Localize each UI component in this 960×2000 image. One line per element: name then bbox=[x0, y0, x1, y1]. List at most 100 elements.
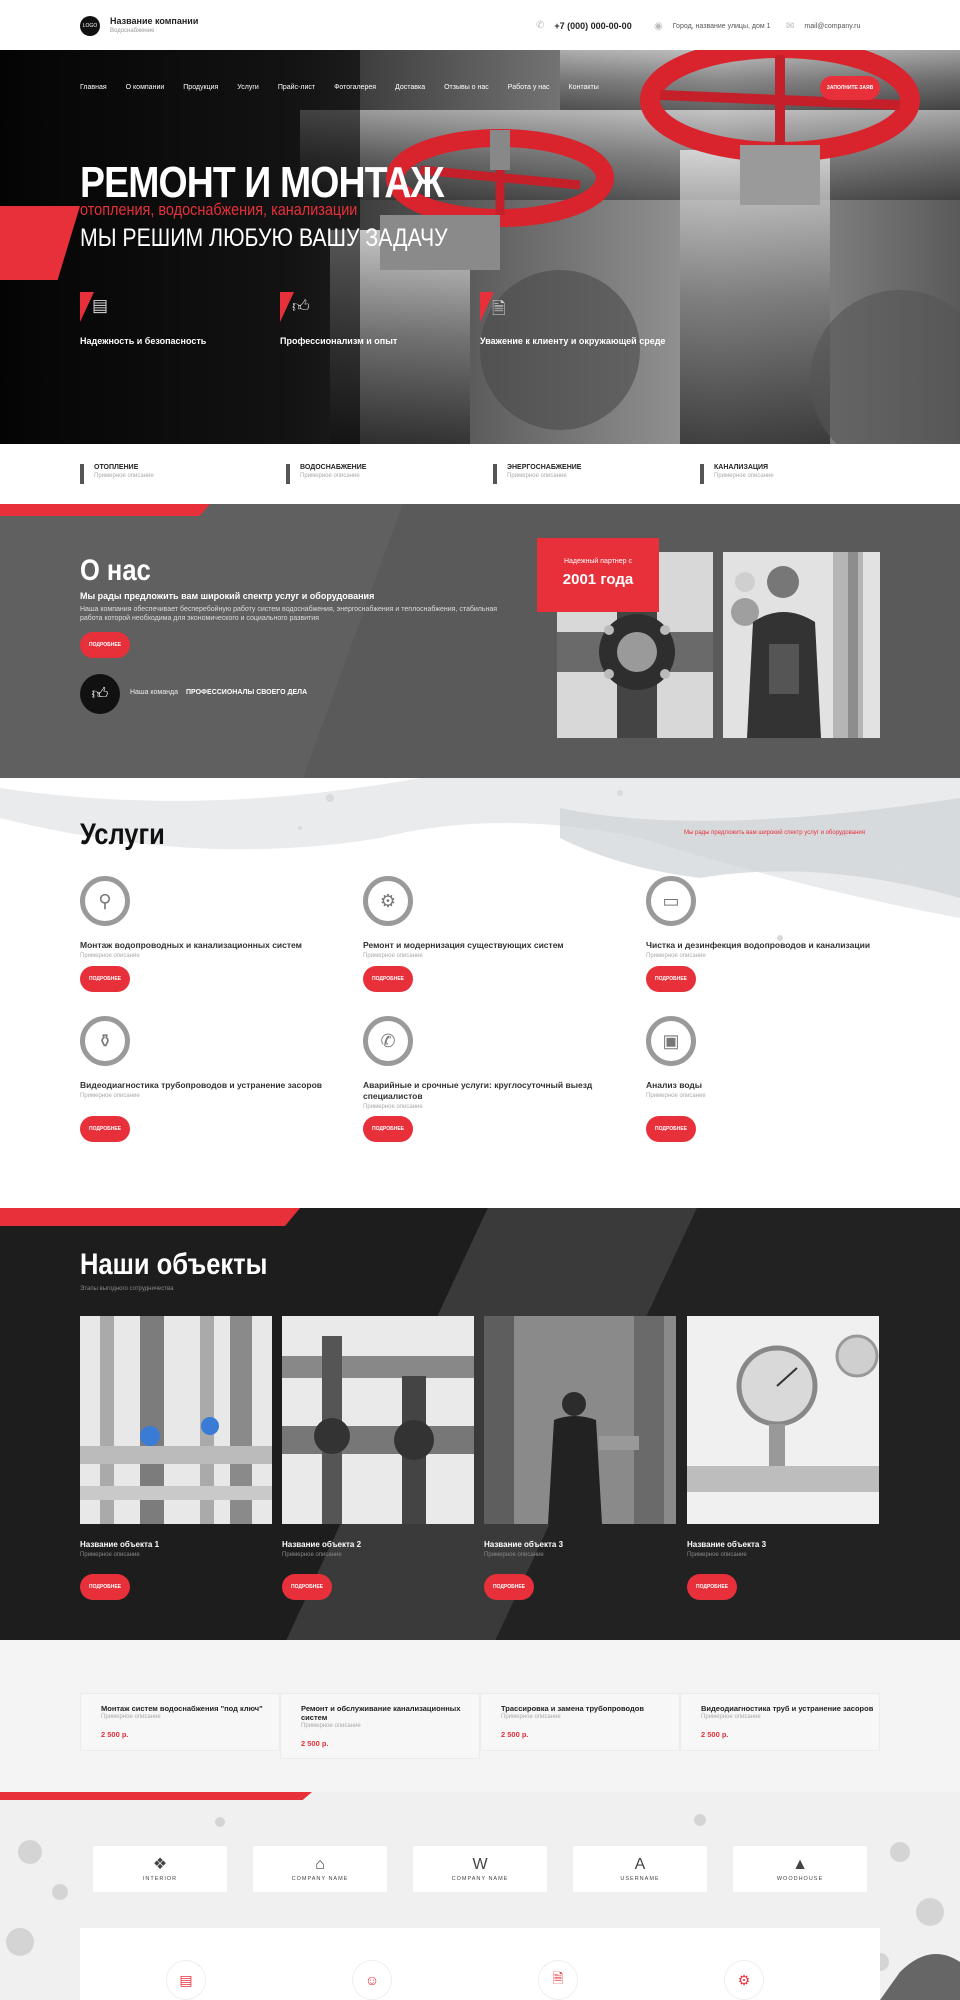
partners-section: ❖ INTERIOR ⌂ COMPANY NAME W COMPANY NAME… bbox=[0, 1792, 960, 2000]
category-heating[interactable]: ОТОПЛЕНИЕ Примерное описание bbox=[80, 464, 154, 484]
partner-logo[interactable]: ▲ WOODHOUSE bbox=[732, 1845, 868, 1893]
thumbs-up-icon: 👍︎ bbox=[292, 297, 310, 316]
nav-gallery[interactable]: Фотогалерея bbox=[334, 84, 376, 91]
email-text: mail@company.ru bbox=[804, 23, 861, 30]
partner-card: Надежный партнер с 2001 года bbox=[537, 538, 659, 612]
benefits-panel: ▤ ☺ 🗎︎ ⚙ bbox=[80, 1928, 880, 2000]
object-card: Название объекта 1 Примерное описание ПО… bbox=[80, 1316, 272, 1600]
about-lead: Мы рады предложить вам широкий спектр ус… bbox=[80, 591, 375, 601]
feature-respect: 🗎︎ Уважение к клиенту и окружающей среде bbox=[480, 292, 720, 346]
nav-products[interactable]: Продукция bbox=[183, 84, 218, 91]
partners-accent-shape bbox=[0, 1792, 312, 1800]
request-button[interactable]: ЗАПОЛНИТЕ ЗАЯВ bbox=[820, 76, 880, 100]
object-photo[interactable] bbox=[282, 1316, 474, 1524]
phone-contact[interactable]: ✆ +7 (000) 000-00-00 bbox=[536, 20, 632, 31]
company-name: Название компании bbox=[110, 16, 199, 26]
partner-logo[interactable]: W COMPANY NAME bbox=[412, 1845, 548, 1893]
object-photo[interactable] bbox=[80, 1316, 272, 1524]
service-more-button[interactable]: ПОДРОБНЕЕ bbox=[646, 966, 696, 992]
phone-icon: ✆ bbox=[536, 20, 545, 31]
objects-title: Наши объекты bbox=[80, 1248, 268, 1281]
nav-about[interactable]: О компании bbox=[126, 84, 165, 91]
wing-logo-icon: W bbox=[472, 1855, 488, 1873]
service-more-button[interactable]: ПОДРОБНЕЕ bbox=[363, 1116, 413, 1142]
price-value: 2 500 р. bbox=[501, 1730, 529, 1739]
header: LOGO Название компании Водоснабжение ✆ +… bbox=[0, 0, 960, 50]
object-more-button[interactable]: ПОДРОБНЕЕ bbox=[80, 1574, 130, 1600]
company-logo[interactable]: LOGO bbox=[80, 16, 100, 36]
feature-professionalism: 👍︎ Профессионализм и опыт bbox=[280, 292, 480, 346]
hero-tagline: МЫ РЕШИМ ЛЮБУЮ ВАШУ ЗАДАЧУ bbox=[80, 224, 448, 252]
price-value: 2 500 р. bbox=[701, 1730, 729, 1739]
document-icon: 🗎︎ bbox=[492, 299, 506, 318]
worker-icon: ☺ bbox=[352, 1960, 392, 2000]
hero-subtitle: отопления, водоснабжения, канализации bbox=[80, 200, 358, 219]
object-more-button[interactable]: ПОДРОБНЕЕ bbox=[687, 1574, 737, 1600]
price-card[interactable]: Видеодиагностика труб и устранение засор… bbox=[680, 1693, 880, 1751]
feature-reliability: ▤ Надежность и безопасность bbox=[80, 292, 280, 346]
objects-subtitle: Этапы выгодного сотрудничества bbox=[80, 1286, 174, 1292]
team-label: Наша команда bbox=[130, 689, 178, 696]
nav-reviews[interactable]: Отзывы о нас bbox=[444, 84, 489, 91]
certificate-icon: ▤ bbox=[92, 296, 109, 315]
object-photo[interactable] bbox=[484, 1316, 676, 1524]
object-more-button[interactable]: ПОДРОБНЕЕ bbox=[282, 1574, 332, 1600]
partner-logo[interactable]: ❖ INTERIOR bbox=[92, 1845, 228, 1893]
category-strip: ОТОПЛЕНИЕ Примерное описание ВОДОСНАБЖЕН… bbox=[0, 444, 960, 504]
services-title: Услуги bbox=[80, 818, 165, 851]
object-more-button[interactable]: ПОДРОБНЕЕ bbox=[484, 1574, 534, 1600]
house-logo-icon: ⌂ bbox=[315, 1855, 325, 1873]
location-icon: ◉ bbox=[654, 21, 663, 32]
service-card-analysis: ▣ Анализ воды Примерное описание bbox=[646, 1016, 926, 1099]
interior-logo-icon: ❖ bbox=[152, 1855, 168, 1873]
price-card[interactable]: Монтаж систем водоснабжения "под ключ" П… bbox=[80, 1693, 280, 1751]
partner-logo[interactable]: ⌂ COMPANY NAME bbox=[252, 1845, 388, 1893]
email-contact[interactable]: ✉ mail@company.ru bbox=[786, 21, 860, 32]
service-card-emergency: ✆ Аварийные и срочные услуги: круглосуто… bbox=[363, 1016, 643, 1110]
nav-delivery[interactable]: Доставка bbox=[395, 84, 425, 91]
service-card-cleaning: ▭ Чистка и дезинфекция водопроводов и ка… bbox=[646, 876, 926, 959]
about-title: О нас bbox=[80, 554, 151, 587]
services-tagline: Мы рады предложить вам широкий спектр ус… bbox=[684, 830, 865, 836]
object-photo[interactable] bbox=[687, 1316, 879, 1524]
about-section: О нас Мы рады предложить вам широкий спе… bbox=[0, 504, 960, 778]
gear-icon: ⚙ bbox=[724, 1960, 764, 2000]
service-more-button[interactable]: ПОДРОБНЕЕ bbox=[80, 966, 130, 992]
mail-icon: ✉ bbox=[786, 21, 795, 32]
object-card: Название объекта 2 Примерное описание ПО… bbox=[282, 1316, 474, 1600]
pipe-valve-icon: ⚱ bbox=[80, 1016, 130, 1066]
phone-number: +7 (000) 000-00-00 bbox=[554, 20, 632, 31]
address-text: Город, название улицы, дом 1 bbox=[672, 23, 771, 30]
phone-icon: ✆ bbox=[363, 1016, 413, 1066]
nav-home[interactable]: Главная bbox=[80, 84, 107, 91]
about-body: Наша компания обеспечивает бесперебойную… bbox=[80, 606, 498, 622]
price-card[interactable]: Трассировка и замена трубопроводов Приме… bbox=[480, 1693, 680, 1751]
nav-contacts[interactable]: Контакты bbox=[569, 84, 599, 91]
team-value: ПРОФЕССИОНАЛЫ СВОЕГО ДЕЛА bbox=[186, 689, 308, 696]
hero-section: Главная О компании Продукция Услуги Прай… bbox=[0, 50, 960, 444]
category-energy[interactable]: ЭНЕРГОСНАБЖЕНИЕ Примерное описание bbox=[493, 464, 581, 484]
object-card: Название объекта 3 Примерное описание ПО… bbox=[687, 1316, 879, 1600]
service-more-button[interactable]: ПОДРОБНЕЕ bbox=[646, 1116, 696, 1142]
certificate-icon: ▤ bbox=[166, 1960, 206, 2000]
about-photo-worker bbox=[723, 552, 880, 738]
company-subtitle: Водоснабжение bbox=[110, 28, 155, 34]
pipe-icon: ▭ bbox=[646, 876, 696, 926]
service-more-button[interactable]: ПОДРОБНЕЕ bbox=[80, 1116, 130, 1142]
main-nav: Главная О компании Продукция Услуги Прай… bbox=[80, 84, 599, 91]
price-card[interactable]: Ремонт и обслуживание канализационных си… bbox=[280, 1693, 480, 1759]
letter-a-logo-icon: A bbox=[634, 1855, 646, 1873]
category-sewer[interactable]: КАНАЛИЗАЦИЯ Примерное описание bbox=[700, 464, 774, 484]
objects-section: Наши объекты Этапы выгодного сотрудничес… bbox=[0, 1208, 960, 1640]
partner-logo[interactable]: A USERNAME bbox=[572, 1845, 708, 1893]
category-water[interactable]: ВОДОСНАБЖЕНИЕ Примерное описание bbox=[286, 464, 366, 484]
about-more-button[interactable]: ПОДРОБНЕЕ bbox=[80, 632, 130, 658]
object-card: Название объекта 3 Примерное описание ПО… bbox=[484, 1316, 676, 1600]
document-icon: 🗎︎ bbox=[538, 1960, 578, 2000]
service-more-button[interactable]: ПОДРОБНЕЕ bbox=[363, 966, 413, 992]
objects-accent-shape bbox=[0, 1208, 300, 1226]
house-stack-logo-icon: ▲ bbox=[792, 1855, 808, 1873]
nav-pricelist[interactable]: Прайс-лист bbox=[278, 84, 315, 91]
nav-careers[interactable]: Работа у нас bbox=[508, 84, 550, 91]
nav-services[interactable]: Услуги bbox=[237, 84, 259, 91]
